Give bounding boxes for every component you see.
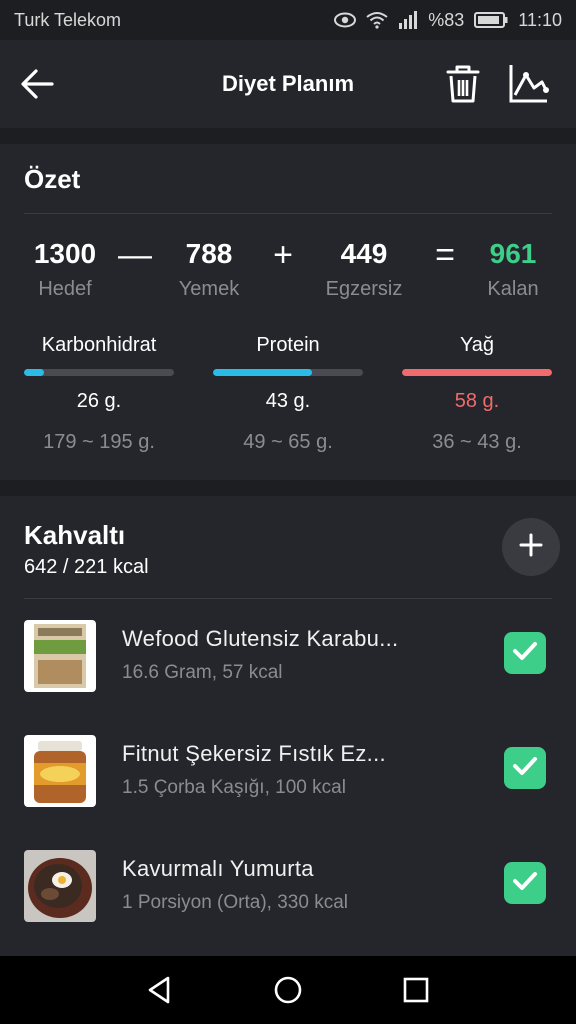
exercise-calories: 449 Egzersiz [309,238,419,301]
nav-recent-button[interactable] [398,972,434,1008]
clock-time: 11:10 [518,9,562,30]
food-image [24,850,96,922]
food-detail: 1.5 Çorba Kaşığı, 100 kcal [122,777,346,798]
macro-progress-bar [213,369,363,376]
nav-back-button[interactable] [142,972,178,1008]
food-detail: 16.6 Gram, 57 kcal [122,662,283,683]
delete-button[interactable] [442,62,484,106]
app-bar: Diyet Planım [0,40,576,128]
add-food-button[interactable] [502,518,560,576]
macro-label: Karbonhidrat [41,334,157,356]
macro-value: 43 g. [265,390,311,412]
square-recent-icon [398,977,434,1012]
arrow-left-icon [16,69,60,110]
food-checkbox[interactable] [504,862,546,904]
trash-icon [442,65,484,110]
macro-fat: Yağ 58 g. 36 ~ 43 g. [402,334,552,454]
remaining-value: 961 [489,238,537,269]
nav-home-button[interactable] [270,972,306,1008]
exercise-value: 449 [340,238,388,269]
plus-icon [518,532,544,563]
remaining-label: Kalan [487,278,539,300]
food-value: 788 [185,238,233,269]
food-detail: 1 Porsiyon (Orta), 330 kcal [122,892,348,913]
food-image [24,620,96,692]
macro-range: 49 ~ 65 g. [243,431,333,453]
food-name: Fitnut Şekersiz Fıstık Ez... [122,741,386,766]
calorie-equation: 1300 Hedef — 788 Yemek + 449 Egzersiz = … [0,236,576,308]
goal-value: 1300 [33,238,97,269]
check-icon [510,751,540,786]
food-item[interactable]: Kavurmalı Yumurta 1 Porsiyon (Orta), 330… [0,836,576,936]
macro-progress-fill [24,369,44,376]
wifi-icon [366,11,388,29]
summary-title: Özet [24,164,81,194]
food-item[interactable]: Fitnut Şekersiz Fıstık Ez... 1.5 Çorba K… [0,721,576,821]
food-name: Kavurmalı Yumurta [122,856,314,881]
check-icon [510,636,540,671]
triangle-back-icon [142,976,178,1012]
macro-progress-bar [24,369,174,376]
food-checkbox[interactable] [504,747,546,789]
page-title: Diyet Planım [221,71,355,96]
macro-value: 26 g. [76,390,122,412]
macro-range: 36 ~ 43 g. [432,431,522,453]
macro-progress-bar [402,369,552,376]
food-calories: 788 Yemek [154,238,264,301]
macro-label: Protein [256,334,320,356]
circle-home-icon [270,976,306,1012]
summary-card: Özet 1300 Hedef — 788 Yemek + 449 Egzers… [0,144,576,480]
eye-icon [334,12,357,28]
check-icon [510,866,540,901]
food-checkbox[interactable] [504,632,546,674]
status-icons: %83 11:10 [334,10,562,31]
summary-divider [24,213,552,214]
plus-operator: + [273,236,293,274]
meal-divider [24,598,552,599]
meal-calories: 642 / 221 kcal [24,556,149,578]
battery-percent: %83 [428,9,465,30]
goal-label: Hedef [38,278,92,300]
macro-label: Yağ [459,334,495,356]
meal-card-breakfast: Kahvaltı 642 / 221 kcal Wefood Glutensiz… [0,496,576,956]
line-chart-icon [506,65,550,110]
food-label: Yemek [178,278,240,300]
macro-protein: Protein 43 g. 49 ~ 65 g. [213,334,363,454]
macro-carbs: Karbonhidrat 26 g. 179 ~ 195 g. [24,334,174,454]
food-image [24,735,96,807]
food-item[interactable]: Wefood Glutensiz Karabu... 16.6 Gram, 57… [0,606,576,706]
macro-range: 179 ~ 195 g. [43,431,155,453]
signal-icon [398,11,418,29]
status-bar: Turk Telekom %83 11:10 [0,0,576,40]
minus-operator: — [118,236,152,274]
meal-title: Kahvaltı [24,520,126,550]
stats-button[interactable] [506,62,550,106]
macro-progress-fill [213,369,312,376]
macro-progress-fill [402,369,552,376]
carrier-name: Turk Telekom [14,9,122,30]
food-name: Wefood Glutensiz Karabu... [122,626,399,651]
macro-value: 58 g. [454,390,500,412]
battery-icon [474,12,508,28]
back-button[interactable] [16,62,60,106]
navigation-bar [0,956,576,1024]
exercise-label: Egzersiz [325,278,403,300]
goal-calories: 1300 Hedef [10,238,120,301]
remaining-calories: 961 Kalan [458,238,568,301]
